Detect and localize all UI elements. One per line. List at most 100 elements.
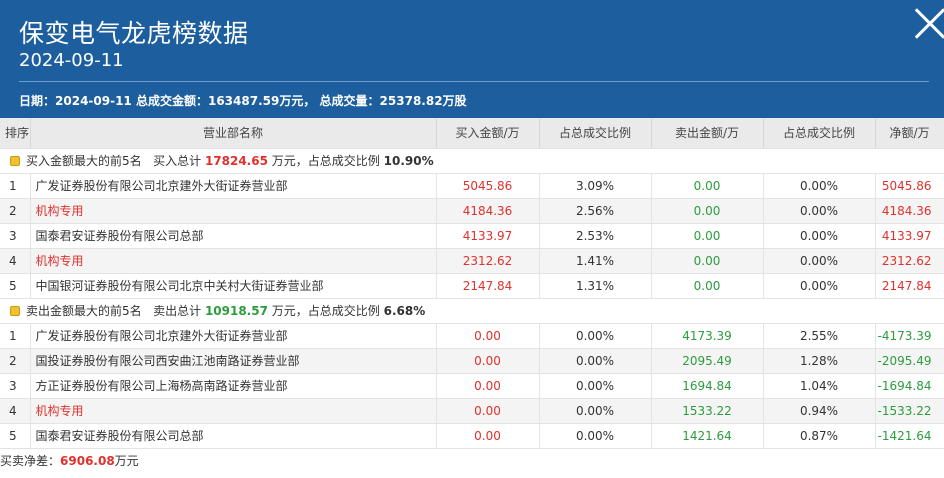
table-row[interactable]: 2 国投证券股份有限公司西安曲江池南路证券营业部 0.00 0.00% 2095.49 1… bbox=[0, 348, 944, 374]
buy-total-label: 买入总计 bbox=[153, 154, 202, 168]
row-sell-amount: 0.00 bbox=[651, 248, 764, 274]
row-rank: 2 bbox=[0, 198, 31, 224]
net-difference-unit: 万元 bbox=[114, 454, 139, 468]
sell-total-label: 卖出总计 bbox=[153, 304, 202, 318]
row-branch-name[interactable]: 国泰君安证券股份有限公司总部 bbox=[30, 223, 437, 249]
row-branch-name[interactable]: 国泰君安证券股份有限公司总部 bbox=[30, 423, 437, 449]
table-row[interactable]: 1 广发证券股份有限公司北京建外大街证券营业部 0.00 0.00% 4173.39 2.… bbox=[0, 323, 944, 349]
row-net-amount: -1694.84 bbox=[875, 373, 944, 399]
row-net-amount: 2312.62 bbox=[875, 248, 944, 274]
row-buy-amount: 0.00 bbox=[436, 373, 540, 399]
table-row[interactable]: 5 国泰君安证券股份有限公司总部 0.00 0.00% 1421.64 0.87% -142… bbox=[0, 423, 944, 449]
row-branch-name[interactable]: 中国银河证券股份有限公司北京中关村大街证券营业部 bbox=[30, 273, 437, 299]
row-buy-ratio: 0.00% bbox=[539, 373, 652, 399]
table-row[interactable]: 3 方正证券股份有限公司上海杨高南路证券营业部 0.00 0.00% 1694.84 1.… bbox=[0, 373, 944, 399]
row-rank: 2 bbox=[0, 348, 31, 374]
row-buy-ratio: 0.00% bbox=[539, 348, 652, 374]
buy-ratio-label: 占总成交比例 bbox=[307, 154, 380, 168]
row-branch-name[interactable]: 方正证券股份有限公司上海杨高南路证券营业部 bbox=[30, 373, 437, 399]
column-header-sell-amount: 卖出金额/万 bbox=[651, 118, 764, 149]
row-buy-ratio: 0.00% bbox=[539, 423, 652, 449]
row-buy-amount: 4184.36 bbox=[436, 198, 540, 224]
row-buy-ratio: 2.56% bbox=[539, 198, 652, 224]
page-date: 2024-09-11 bbox=[19, 50, 124, 71]
row-buy-ratio: 2.53% bbox=[539, 223, 652, 249]
row-sell-ratio: 0.00% bbox=[763, 198, 876, 224]
header-divider bbox=[19, 81, 929, 82]
row-branch-name[interactable]: 广发证券股份有限公司北京建外大街证券营业部 bbox=[30, 173, 437, 199]
row-sell-ratio: 0.00% bbox=[763, 248, 876, 274]
row-net-amount: -1421.64 bbox=[875, 423, 944, 449]
row-sell-amount: 1421.64 bbox=[651, 423, 764, 449]
row-rank: 1 bbox=[0, 173, 31, 199]
row-rank: 1 bbox=[0, 323, 31, 349]
row-net-amount: 5045.86 bbox=[875, 173, 944, 199]
buy-group-header: 买入金额最大的前5名 买入总计 17824.65 万元，占总成交比例 10.90… bbox=[0, 148, 944, 174]
row-buy-amount: 4133.97 bbox=[436, 223, 540, 249]
row-sell-amount: 0.00 bbox=[651, 198, 764, 224]
dragon-tiger-table: 排序 营业部名称 买入金额/万 占总成交比例 卖出金额/万 占总成交比例 净额/… bbox=[0, 118, 944, 449]
net-difference-label: 买卖净差： bbox=[0, 454, 61, 468]
summary-volume-value: 25378.82万股 bbox=[379, 94, 467, 108]
row-sell-ratio: 1.28% bbox=[763, 348, 876, 374]
row-sell-ratio: 0.87% bbox=[763, 423, 876, 449]
close-icon[interactable] bbox=[912, 8, 944, 40]
row-buy-amount: 5045.86 bbox=[436, 173, 540, 199]
row-sell-amount: 4173.39 bbox=[651, 323, 764, 349]
row-net-amount: -2095.49 bbox=[875, 348, 944, 374]
table-row[interactable]: 4 机构专用 2312.62 1.41% 0.00 0.00% 2312.62 bbox=[0, 248, 944, 274]
row-buy-ratio: 0.00% bbox=[539, 323, 652, 349]
table-row[interactable]: 4 机构专用 0.00 0.00% 1533.22 0.94% -1533.22 bbox=[0, 398, 944, 424]
row-sell-amount: 1694.84 bbox=[651, 373, 764, 399]
row-rank: 5 bbox=[0, 423, 31, 449]
dialog-header: 保变电气龙虎榜数据 2024-09-11 日期：2024-09-11 总成交金额… bbox=[0, 0, 944, 118]
sell-ratio-value: 6.68% bbox=[383, 304, 426, 318]
summary-amount-label: 总成交金额： bbox=[135, 94, 208, 108]
column-header-sell-ratio: 占总成交比例 bbox=[763, 118, 876, 149]
net-difference-value: 6906.08 bbox=[60, 454, 115, 468]
row-rank: 5 bbox=[0, 273, 31, 299]
row-sell-ratio: 0.00% bbox=[763, 273, 876, 299]
row-net-amount: 4133.97 bbox=[875, 223, 944, 249]
row-buy-amount: 0.00 bbox=[436, 348, 540, 374]
row-branch-name[interactable]: 广发证券股份有限公司北京建外大街证券营业部 bbox=[30, 323, 437, 349]
row-rank: 3 bbox=[0, 373, 31, 399]
sell-total-unit: 万元， bbox=[271, 304, 308, 318]
row-buy-ratio: 1.41% bbox=[539, 248, 652, 274]
row-buy-amount: 2312.62 bbox=[436, 248, 540, 274]
row-sell-amount: 1533.22 bbox=[651, 398, 764, 424]
row-buy-amount: 2147.84 bbox=[436, 273, 540, 299]
row-rank: 4 bbox=[0, 398, 31, 424]
column-header-buy-ratio: 占总成交比例 bbox=[539, 118, 652, 149]
row-net-amount: -1533.22 bbox=[875, 398, 944, 424]
column-header-branch: 营业部名称 bbox=[30, 118, 437, 149]
table-row[interactable]: 2 机构专用 4184.36 2.56% 0.00 0.00% 4184.36 bbox=[0, 198, 944, 224]
row-net-amount: 2147.84 bbox=[875, 273, 944, 299]
row-sell-ratio: 0.94% bbox=[763, 398, 876, 424]
row-sell-amount: 0.00 bbox=[651, 223, 764, 249]
row-sell-amount: 2095.49 bbox=[651, 348, 764, 374]
buy-total-unit: 万元， bbox=[271, 154, 308, 168]
row-branch-name[interactable]: 机构专用 bbox=[30, 398, 437, 424]
table-header-row: 排序 营业部名称 买入金额/万 占总成交比例 卖出金额/万 占总成交比例 净额/… bbox=[0, 118, 944, 149]
row-branch-name[interactable]: 机构专用 bbox=[30, 198, 437, 224]
row-sell-amount: 0.00 bbox=[651, 173, 764, 199]
page-title: 保变电气龙虎榜数据 bbox=[19, 19, 249, 48]
summary-amount-value: 163487.59万元， bbox=[207, 94, 316, 108]
table-row[interactable]: 5 中国银河证券股份有限公司北京中关村大街证券营业部 2147.84 1.31% 0.0… bbox=[0, 273, 944, 299]
buy-group-summary: 买入金额最大的前5名 买入总计 17824.65 万元，占总成交比例 10.90… bbox=[0, 148, 944, 174]
row-buy-amount: 0.00 bbox=[436, 423, 540, 449]
table-row[interactable]: 3 国泰君安证券股份有限公司总部 4133.97 2.53% 0.00 0.00% 4133… bbox=[0, 223, 944, 249]
row-branch-name[interactable]: 机构专用 bbox=[30, 248, 437, 274]
row-buy-ratio: 3.09% bbox=[539, 173, 652, 199]
buy-group-label: 买入金额最大的前5名 bbox=[26, 154, 142, 168]
table-row[interactable]: 1 广发证券股份有限公司北京建外大街证券营业部 5045.86 3.09% 0.00 0.… bbox=[0, 173, 944, 199]
row-sell-amount: 0.00 bbox=[651, 273, 764, 299]
summary-date-value: 2024-09-11 bbox=[55, 94, 132, 108]
row-net-amount: -4173.39 bbox=[875, 323, 944, 349]
summary-date-label: 日期： bbox=[19, 94, 56, 108]
row-branch-name[interactable]: 国投证券股份有限公司西安曲江池南路证券营业部 bbox=[30, 348, 437, 374]
money-bag-icon bbox=[10, 306, 20, 316]
row-sell-ratio: 0.00% bbox=[763, 223, 876, 249]
sell-group-summary: 卖出金额最大的前5名 卖出总计 10918.57 万元，占总成交比例 6.68% bbox=[0, 298, 944, 324]
